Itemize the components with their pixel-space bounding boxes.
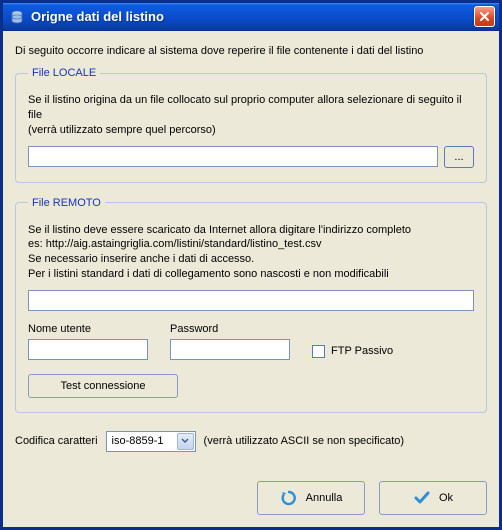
dialog-content: Di seguito occorre indicare al sistema d… <box>3 31 499 527</box>
ftp-passive-checkbox[interactable]: FTP Passivo <box>312 345 393 358</box>
window-title: Origne dati del listino <box>31 9 474 24</box>
username-input[interactable] <box>28 339 148 360</box>
local-path-input[interactable] <box>28 146 438 167</box>
close-button[interactable] <box>474 6 495 27</box>
dialog-window: Origne dati del listino Di seguito occor… <box>0 0 502 530</box>
test-connection-button[interactable]: Test connessione <box>28 374 178 398</box>
cancel-label: Annulla <box>306 492 343 504</box>
legend-file-remote: File REMOTO <box>28 197 105 209</box>
encoding-row: Codifica caratteri iso-8859-1 (verrà uti… <box>15 431 487 452</box>
ftp-passive-label: FTP Passivo <box>331 345 393 357</box>
group-file-local: File LOCALE Se il listino origina da un … <box>15 67 487 183</box>
cancel-button[interactable]: Annulla <box>257 481 365 515</box>
username-label: Nome utente <box>28 323 148 335</box>
password-input[interactable] <box>170 339 290 360</box>
ok-label: Ok <box>439 492 453 504</box>
close-icon <box>479 11 490 22</box>
password-label: Password <box>170 323 290 335</box>
local-description: Se il listino origina da un file colloca… <box>28 93 474 138</box>
intro-text: Di seguito occorre indicare al sistema d… <box>15 45 487 57</box>
legend-file-local: File LOCALE <box>28 67 100 79</box>
chevron-down-icon <box>177 433 194 450</box>
encoding-combobox[interactable]: iso-8859-1 <box>106 431 196 452</box>
encoding-label: Codifica caratteri <box>15 435 98 447</box>
group-file-remote: File REMOTO Se il listino deve essere sc… <box>15 197 487 413</box>
encoding-selected: iso-8859-1 <box>112 435 164 447</box>
remote-description: Se il listino deve essere scaricato da I… <box>28 223 474 282</box>
checkbox-box <box>312 345 325 358</box>
remote-url-input[interactable] <box>28 290 474 311</box>
encoding-hint: (verrà utilizzato ASCII se non specifica… <box>204 435 405 447</box>
check-icon <box>413 489 431 507</box>
cancel-arrow-icon <box>280 489 298 507</box>
browse-button[interactable]: ... <box>444 146 474 168</box>
ok-button[interactable]: Ok <box>379 481 487 515</box>
titlebar: Origne dati del listino <box>3 3 499 31</box>
database-icon <box>9 9 25 25</box>
footer-buttons: Annulla Ok <box>15 481 487 515</box>
